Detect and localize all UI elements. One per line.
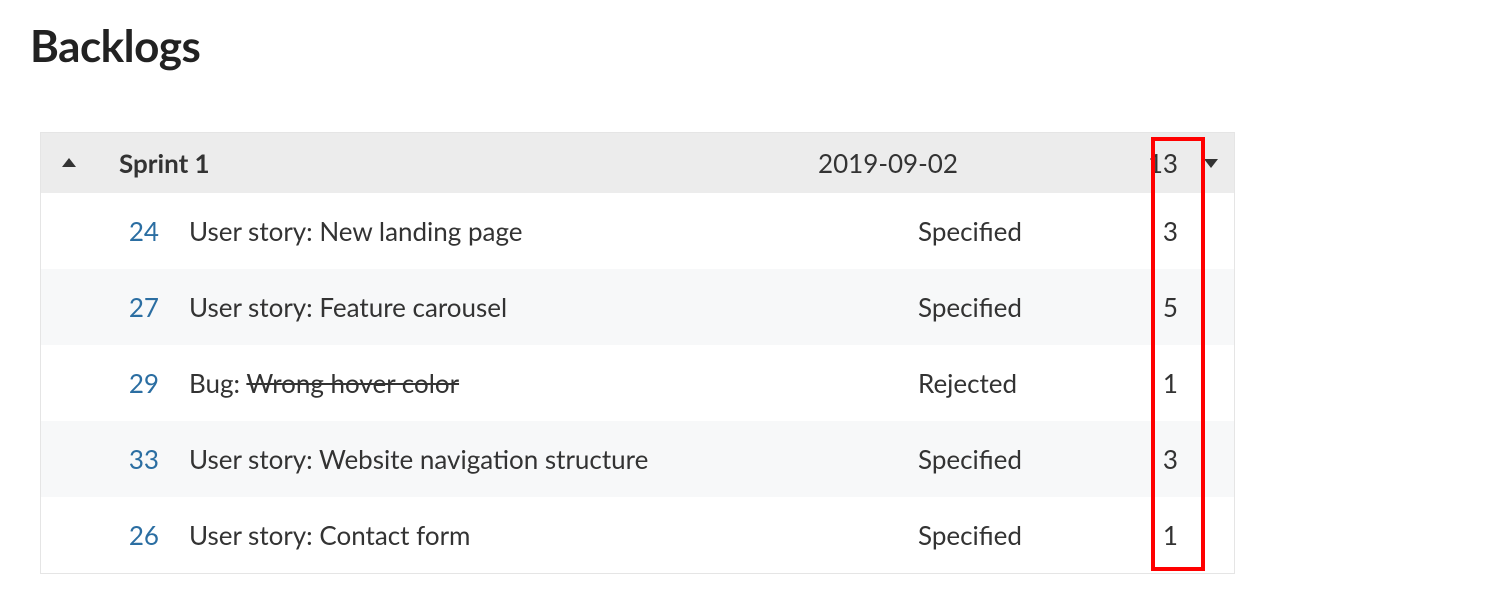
item-id: 29 <box>89 367 189 399</box>
backlog-item-row[interactable]: 24User story: New landing pageSpecified3 <box>41 193 1234 269</box>
sprint-name: Sprint 1 <box>89 147 818 179</box>
item-status: Specified <box>918 443 1118 475</box>
backlog-item-row[interactable]: 29Bug: Wrong hover colorRejected1 <box>41 345 1234 421</box>
backlog-item-row[interactable]: 26User story: Contact formSpecified1 <box>41 497 1234 573</box>
item-points: 5 <box>1118 291 1178 323</box>
item-status: Specified <box>918 519 1118 551</box>
item-title: User story: Feature carousel <box>189 291 918 323</box>
item-title-text: Wrong hover color <box>246 367 459 399</box>
item-id: 24 <box>89 215 189 247</box>
item-type-label: User story: <box>189 291 313 323</box>
item-points: 1 <box>1118 519 1178 551</box>
item-title-text: Feature carousel <box>319 291 507 323</box>
item-id-link[interactable]: 26 <box>129 519 159 551</box>
item-points: 1 <box>1118 367 1178 399</box>
sprint-total-points: 13 <box>1118 147 1178 179</box>
item-status: Specified <box>918 215 1118 247</box>
backlog-item-row[interactable]: 27User story: Feature carouselSpecified5 <box>41 269 1234 345</box>
collapse-sprint-button[interactable] <box>49 159 89 168</box>
chevron-up-icon <box>62 158 76 167</box>
item-points: 3 <box>1118 215 1178 247</box>
backlog-item-row[interactable]: 33 User story: Website navigation structu… <box>41 421 1234 497</box>
item-type-label: User story: <box>189 519 313 551</box>
item-title-text: New landing page <box>319 215 522 247</box>
item-id-link[interactable]: 33 <box>129 443 159 475</box>
item-status: Rejected <box>918 367 1118 399</box>
item-title: User story: Contact form <box>189 519 918 551</box>
item-title-text: Website navigation structure <box>319 443 648 475</box>
item-id: 26 <box>89 519 189 551</box>
item-type-label: Bug: <box>189 367 240 399</box>
item-id: 33 <box>89 443 189 475</box>
page-title: Backlogs <box>30 20 1470 72</box>
item-title: User story: Website navigation structure <box>189 443 918 475</box>
item-status: Specified <box>918 291 1118 323</box>
item-type-label: User story: <box>189 443 313 475</box>
item-id: 27 <box>89 291 189 323</box>
sprint-header[interactable]: Sprint 1 2019-09-02 13 <box>41 133 1234 193</box>
item-id-link[interactable]: 29 <box>129 367 159 399</box>
caret-down-icon <box>1204 159 1218 168</box>
item-id-link[interactable]: 24 <box>129 215 159 247</box>
item-title: User story: New landing page <box>189 215 918 247</box>
sprint-date: 2019-09-02 <box>818 147 1118 179</box>
item-title-text: Contact form <box>319 519 470 551</box>
item-type-label: User story: <box>189 215 313 247</box>
item-title: Bug: Wrong hover color <box>189 367 918 399</box>
backlog-table: Sprint 1 2019-09-02 13 24User story: New… <box>40 132 1235 574</box>
sprint-menu-button[interactable] <box>1178 159 1218 168</box>
item-points: 3 <box>1118 443 1178 475</box>
item-id-link[interactable]: 27 <box>129 291 159 323</box>
